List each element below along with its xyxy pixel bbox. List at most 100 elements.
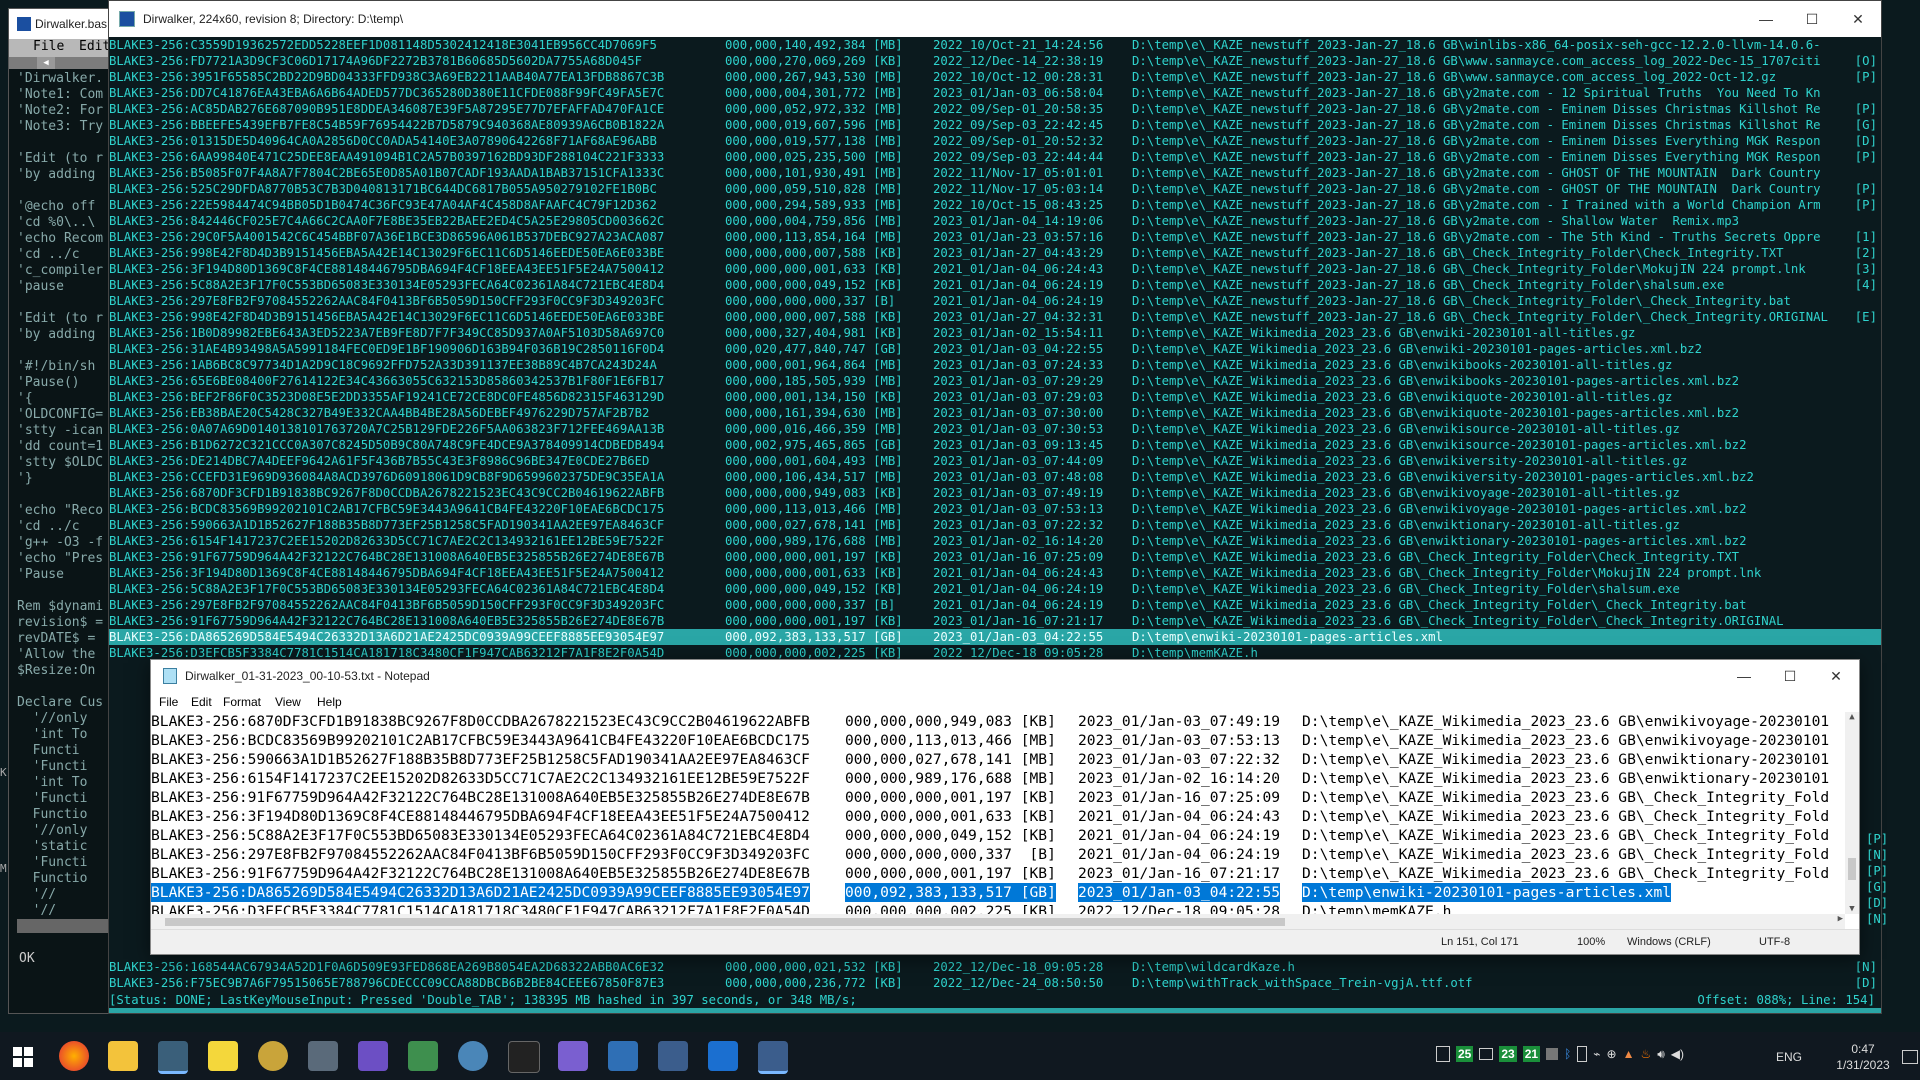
console-row[interactable]: BLAKE3-256:525C29DFDA8770B53C7B3D0408131… [109, 181, 1881, 197]
coin-app-icon[interactable] [258, 1041, 288, 1071]
console-row[interactable]: BLAKE3-256:BBEEFE5439EFB7FE8C54B59F76954… [109, 117, 1881, 133]
console-row[interactable]: BLAKE3-256:842446CF025E7C4A66C2CAA0F7E8B… [109, 213, 1881, 229]
console-row[interactable]: BLAKE3-256:5C88A2E3F17F0C553BD65083E3301… [109, 581, 1881, 597]
notepad-menu-format[interactable]: Format [223, 695, 261, 709]
notepad-menu-edit[interactable]: Edit [191, 695, 212, 709]
console-row[interactable]: BLAKE3-256:F75EC9B7A6F79515065E788796CDE… [109, 975, 1881, 991]
console-row[interactable]: BLAKE3-256:168544AC67934A52D1F0A6D509E93… [109, 959, 1881, 975]
console-row[interactable]: BLAKE3-256:B1D6272C321CCC0A307C8245D50B9… [109, 437, 1881, 453]
console-row[interactable]: BLAKE3-256:BEF2F86F0C3523D08E5E2DD3355AF… [109, 389, 1881, 405]
usb-icon[interactable]: ⌁ [1593, 1047, 1600, 1061]
tray-counter-2[interactable]: 23 [1499, 1046, 1517, 1062]
notepad-maximize-button[interactable]: ☐ [1767, 660, 1813, 692]
tray-monitor-icon[interactable] [1546, 1048, 1559, 1060]
battery-icon[interactable] [1577, 1046, 1588, 1062]
document-app-icon[interactable] [608, 1041, 638, 1071]
notepad-hscroll[interactable]: ▶ [151, 914, 1845, 930]
image-viewer-icon[interactable] [408, 1041, 438, 1071]
console-row-selected[interactable]: BLAKE3-256:DA865269D584E5494C26332D13A6D… [109, 629, 1881, 645]
start-button[interactable] [12, 1046, 34, 1068]
notepad-minimize-button[interactable]: — [1721, 660, 1767, 692]
console-row[interactable]: BLAKE3-256:297E8FB2F97084552262AAC84F041… [109, 597, 1881, 613]
console-minimize-button[interactable]: — [1743, 1, 1789, 37]
terminal-icon[interactable] [508, 1041, 540, 1073]
speaker-icon[interactable]: 🔊︎ [1657, 1047, 1665, 1062]
notepad-menu-file[interactable]: File [159, 695, 178, 709]
console-row[interactable]: BLAKE3-256:6AA99840E471C25DEE8EAA491094B… [109, 149, 1881, 165]
circuit-app-icon[interactable] [358, 1041, 388, 1071]
console-row[interactable]: BLAKE3-256:3F194D80D1369C8F4CE8814844679… [109, 565, 1881, 581]
editor-menu-edit[interactable]: Edit [79, 39, 110, 54]
volume-icon[interactable]: ◀) [1671, 1047, 1684, 1061]
cpu-app-icon[interactable] [658, 1041, 688, 1071]
console-row[interactable]: BLAKE3-256:BCDC83569B99202101C2AB17CFBC5… [109, 501, 1881, 517]
console-titlebar[interactable]: Dirwalker, 224x60, revision 8; Directory… [109, 1, 1881, 37]
network-icon[interactable]: ⊕ [1607, 1047, 1617, 1061]
console-row[interactable]: BLAKE3-256:29C0F5A4001542C6C454BBF07A36E… [109, 229, 1881, 245]
notepad-scroll-right-icon[interactable]: ▶ [1838, 914, 1843, 924]
fire-icon[interactable]: ♨ [1640, 1047, 1651, 1061]
console-row[interactable]: BLAKE3-256:DE214DBC7A4DEEF9642A61F5F436B… [109, 453, 1881, 469]
console-row[interactable]: BLAKE3-256:EB38BAE20C5428C327B49E332CAA4… [109, 405, 1881, 421]
console-row[interactable]: BLAKE3-256:297E8FB2F97084552262AAC84F041… [109, 293, 1881, 309]
console-row[interactable]: BLAKE3-256:65E6BE08400F27614122E34C43663… [109, 373, 1881, 389]
console-listing-bottom[interactable]: BLAKE3-256:168544AC67934A52D1F0A6D509E93… [109, 959, 1881, 991]
notepad-vscroll[interactable]: ▲ ▼ [1845, 712, 1859, 914]
calculator-icon[interactable] [308, 1041, 338, 1071]
notepad-titlebar[interactable]: Dirwalker_01-31-2023_00-10-53.txt - Note… [151, 660, 1859, 692]
tray-counter-3[interactable]: 21 [1522, 1046, 1541, 1062]
console-row[interactable]: BLAKE3-256:91F67759D964A42F32122C764BC28… [109, 549, 1881, 565]
console-row[interactable]: BLAKE3-256:590663A1D1B52627F188B35B8D773… [109, 517, 1881, 533]
editor-code-area[interactable]: 'Dirwalker. 'Note1: Com 'Note2: For 'Note3:… [17, 71, 113, 931]
dirwalker-taskbar-icon[interactable] [758, 1041, 788, 1074]
firefox-icon[interactable] [59, 1041, 89, 1071]
browser-icon[interactable] [458, 1041, 488, 1071]
console-row[interactable]: BLAKE3-256:CCEFD31E969D936084A8ACD3976D6… [109, 469, 1881, 485]
console-row[interactable]: BLAKE3-256:01315DE5D40964CA0A2856D0CC0AD… [109, 133, 1881, 149]
console-row[interactable]: BLAKE3-256:C3559D19362572EDD5228EEF1D081… [109, 37, 1881, 53]
console-maximize-button[interactable]: ☐ [1789, 1, 1835, 37]
console-row[interactable]: BLAKE3-256:31AE4B93498A5A5991184FEC0ED9E… [109, 341, 1881, 357]
console-row[interactable]: BLAKE3-256:3F194D80D1369C8F4CE8814844679… [109, 261, 1881, 277]
notepad-menu-help[interactable]: Help [317, 695, 342, 709]
console-row[interactable]: BLAKE3-256:0A07A69D0140138101763720A7C25… [109, 421, 1881, 437]
console-row[interactable]: BLAKE3-256:1AB6BC8C97734D1A2D9C18C9692FF… [109, 357, 1881, 373]
notepad-menu-view[interactable]: View [275, 695, 301, 709]
console-row[interactable]: BLAKE3-256:3951F65585C2BD22D9BD04333FFD9… [109, 69, 1881, 85]
notepad-text-area[interactable]: BLAKE3-256:6870DF3CFD1B91838BC9267F8D0CC… [151, 712, 1845, 914]
console-close-button[interactable]: ✕ [1835, 1, 1881, 37]
notepad-scroll-up-icon[interactable]: ▲ [1845, 712, 1859, 722]
console-row[interactable]: BLAKE3-256:6870DF3CFD1B91838BC9267F8D0CC… [109, 485, 1881, 501]
tray-box-icon[interactable] [1436, 1046, 1450, 1062]
language-indicator[interactable]: ENG [1776, 1050, 1802, 1064]
console-row[interactable]: BLAKE3-256:1B0D89982EBE643A3ED5223A7EB9F… [109, 325, 1881, 341]
clock[interactable]: 0:47 1/31/2023 [1830, 1041, 1896, 1073]
console-row[interactable]: BLAKE3-256:998E42F8D4D3B9151456EBA5A42E1… [109, 309, 1881, 325]
console-row[interactable]: BLAKE3-256:DD7C41876EA43EBA6A6B64ADED577… [109, 85, 1881, 101]
visual-studio-icon[interactable] [558, 1041, 588, 1071]
console-row[interactable]: BLAKE3-256:B5085F07F4A8A7F7804C2BE65E0D8… [109, 165, 1881, 181]
console-listing[interactable]: BLAKE3-256:C3559D19362572EDD5228EEF1D081… [109, 37, 1881, 661]
editor-hscroll[interactable] [17, 919, 113, 933]
console-row[interactable]: BLAKE3-256:998E42F8D4D3B9151456EBA5A42E1… [109, 245, 1881, 261]
file-explorer-icon[interactable] [108, 1041, 138, 1071]
console-row[interactable]: BLAKE3-256:FD7721A3D9CF3C06D17174A96DF22… [109, 53, 1881, 69]
aida64-icon[interactable] [708, 1041, 738, 1071]
notepad-scroll-down-icon[interactable]: ▼ [1845, 904, 1859, 914]
editor-titlebar[interactable]: Dirwalker.bas [9, 9, 113, 39]
notepad-scroll-thumb[interactable] [1848, 858, 1856, 880]
notepad-hscroll-thumb[interactable] [165, 918, 1285, 926]
console-row[interactable]: BLAKE3-256:91F67759D964A42F32122C764BC28… [109, 613, 1881, 629]
notepad-close-button[interactable]: ✕ [1813, 660, 1859, 692]
editor-scroll-left-arrow-icon[interactable]: ◀ [37, 57, 55, 69]
tray-chip-icon[interactable] [1479, 1048, 1494, 1060]
sticky-notes-icon[interactable] [208, 1041, 238, 1071]
console-row[interactable]: BLAKE3-256:22E5984474C94BB05D1B0474C36FC… [109, 197, 1881, 213]
bluetooth-icon[interactable]: ᛒ [1564, 1047, 1571, 1061]
notepad-taskbar-icon[interactable] [158, 1041, 188, 1074]
console-row[interactable]: BLAKE3-256:6154F1417237C2EE15202D82633D5… [109, 533, 1881, 549]
tray-counter-1[interactable]: 25 [1456, 1046, 1474, 1062]
console-row[interactable]: BLAKE3-256:AC85DAB276E687090B951E8DDEA34… [109, 101, 1881, 117]
editor-menu-file[interactable]: File [33, 39, 64, 54]
antivirus-icon[interactable]: ▲ [1623, 1047, 1635, 1061]
